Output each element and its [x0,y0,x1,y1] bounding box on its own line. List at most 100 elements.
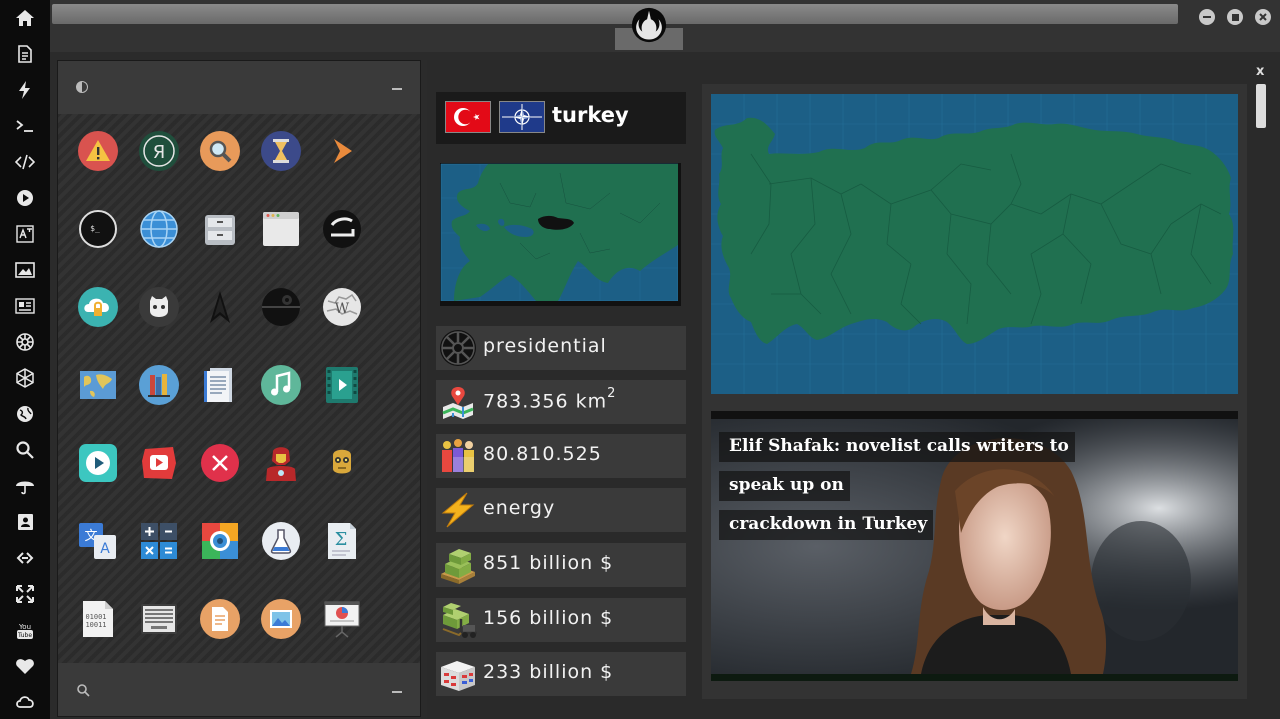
svg-text:You: You [18,623,31,631]
population-row: 80.810.525 [436,434,686,478]
population-icon [442,439,474,472]
photo-viewer-icon[interactable] [200,521,240,561]
area-value: 783.356 km2 [483,386,617,413]
umbrella-icon[interactable] [12,473,38,499]
exports-row: 233 billion $ [436,652,686,696]
presentation-icon[interactable] [322,599,362,639]
c3po-icon[interactable] [322,443,362,483]
area-row: 783.356 km2 [436,380,686,424]
forklift-money-icon [442,603,477,638]
galactic-empire-icon[interactable] [12,329,38,355]
search-magnifier-icon[interactable] [200,131,240,171]
globe-icon[interactable] [139,209,179,249]
code-icon[interactable] [12,149,38,175]
country-name: turkey [552,103,629,127]
cloud-icon[interactable] [12,689,38,715]
rebel-alliance-icon [631,7,667,43]
map-pin-icon [442,387,474,419]
warning-icon[interactable] [78,131,118,171]
galactic-empire-icon [440,330,476,366]
imports-value: 156 billion $ [483,607,614,629]
close-icon [1259,13,1267,21]
app-dock: You Tube [0,0,50,719]
youtube-icon[interactable]: You Tube [12,617,38,643]
github-icon[interactable] [139,287,179,327]
close-button[interactable] [1255,9,1271,25]
hexagon-icon[interactable] [12,365,38,391]
image-file-icon[interactable] [261,599,301,639]
keyboard-icon[interactable] [139,599,179,639]
world-map-icon[interactable] [78,365,118,405]
maximize-button[interactable] [1227,9,1243,25]
country-map[interactable] [711,94,1238,394]
translate-app-icon[interactable]: 文A [78,521,118,561]
svg-text:A: A [100,541,110,557]
boxes-icon [441,661,475,691]
apps-panel-minimize-button[interactable] [392,88,402,90]
heart-icon[interactable] [12,653,38,679]
nato-flag-icon [499,101,545,133]
money-stack-icon [441,549,475,584]
panel-close-button[interactable]: x [1256,64,1264,79]
wikipedia-icon[interactable]: W [322,287,362,327]
calculator-icon[interactable] [139,521,179,561]
home-icon[interactable] [12,5,38,31]
gdp-row: 851 billion $ [436,543,686,587]
link-icon[interactable] [12,545,38,571]
globe-icon[interactable] [12,401,38,427]
chevron-right-icon[interactable] [322,131,362,171]
terminal-icon[interactable] [12,113,38,139]
svg-text:Σ: Σ [335,529,348,550]
apps-panel: Я $_ W 文 A Σ 01001 10011 [57,60,421,717]
search-icon[interactable] [12,437,38,463]
minimize-button[interactable] [1199,9,1215,25]
contrast-icon[interactable] [76,81,88,93]
binary-file-icon[interactable]: 01001 10011 [78,599,118,639]
svg-text:10011: 10011 [85,621,106,629]
death-star-icon[interactable] [261,287,301,327]
translate-icon[interactable] [12,221,38,247]
terminal-app-icon[interactable]: $_ [78,209,118,249]
starfleet-icon[interactable] [200,287,240,327]
svg-text:$_: $_ [90,224,100,233]
document-icon[interactable] [12,41,38,67]
energy-icon [441,492,475,528]
file-cabinet-icon[interactable] [200,209,240,249]
svg-text:W: W [335,301,350,317]
hourglass-icon[interactable] [261,131,301,171]
books-icon[interactable] [139,365,179,405]
window-icon[interactable] [261,209,301,249]
lightning-icon[interactable] [12,77,38,103]
newspaper-icon[interactable] [12,293,38,319]
yandex-icon[interactable]: Я [139,131,179,171]
gdp-value: 851 billion $ [483,552,614,574]
iron-man-icon[interactable] [261,443,301,483]
formula-icon[interactable]: Σ [322,521,362,561]
document-stack-icon[interactable] [200,365,240,405]
play-icon[interactable] [12,185,38,211]
youtube-app-icon[interactable] [139,443,179,483]
cloud-lock-icon[interactable] [78,287,118,327]
search-icon[interactable] [76,683,90,697]
news-card[interactable]: Elif Shafak: novelist calls writers to s… [711,411,1238,681]
rebel-alliance-tab[interactable] [615,0,683,50]
world-minimap[interactable] [440,163,681,306]
play-circle-icon[interactable] [78,443,118,483]
bracket-icon[interactable] [322,209,362,249]
close-circle-icon[interactable] [200,443,240,483]
apps-panel-footer [58,663,420,716]
image-icon[interactable] [12,257,38,283]
apps-panel-header [58,61,420,114]
search-panel-minimize-button[interactable] [392,691,402,693]
contacts-icon[interactable] [12,509,38,535]
news-headline[interactable]: Elif Shafak: novelist calls writers to s… [719,427,1119,544]
fullscreen-icon[interactable] [12,581,38,607]
government-row: presidential [436,326,686,370]
lab-flask-icon[interactable] [261,521,301,561]
scrollbar-thumb[interactable] [1256,84,1266,128]
music-note-icon[interactable] [261,365,301,405]
video-film-icon[interactable] [322,365,362,405]
text-file-icon[interactable] [200,599,240,639]
imports-row: 156 billion $ [436,598,686,642]
population-value: 80.810.525 [483,443,602,465]
